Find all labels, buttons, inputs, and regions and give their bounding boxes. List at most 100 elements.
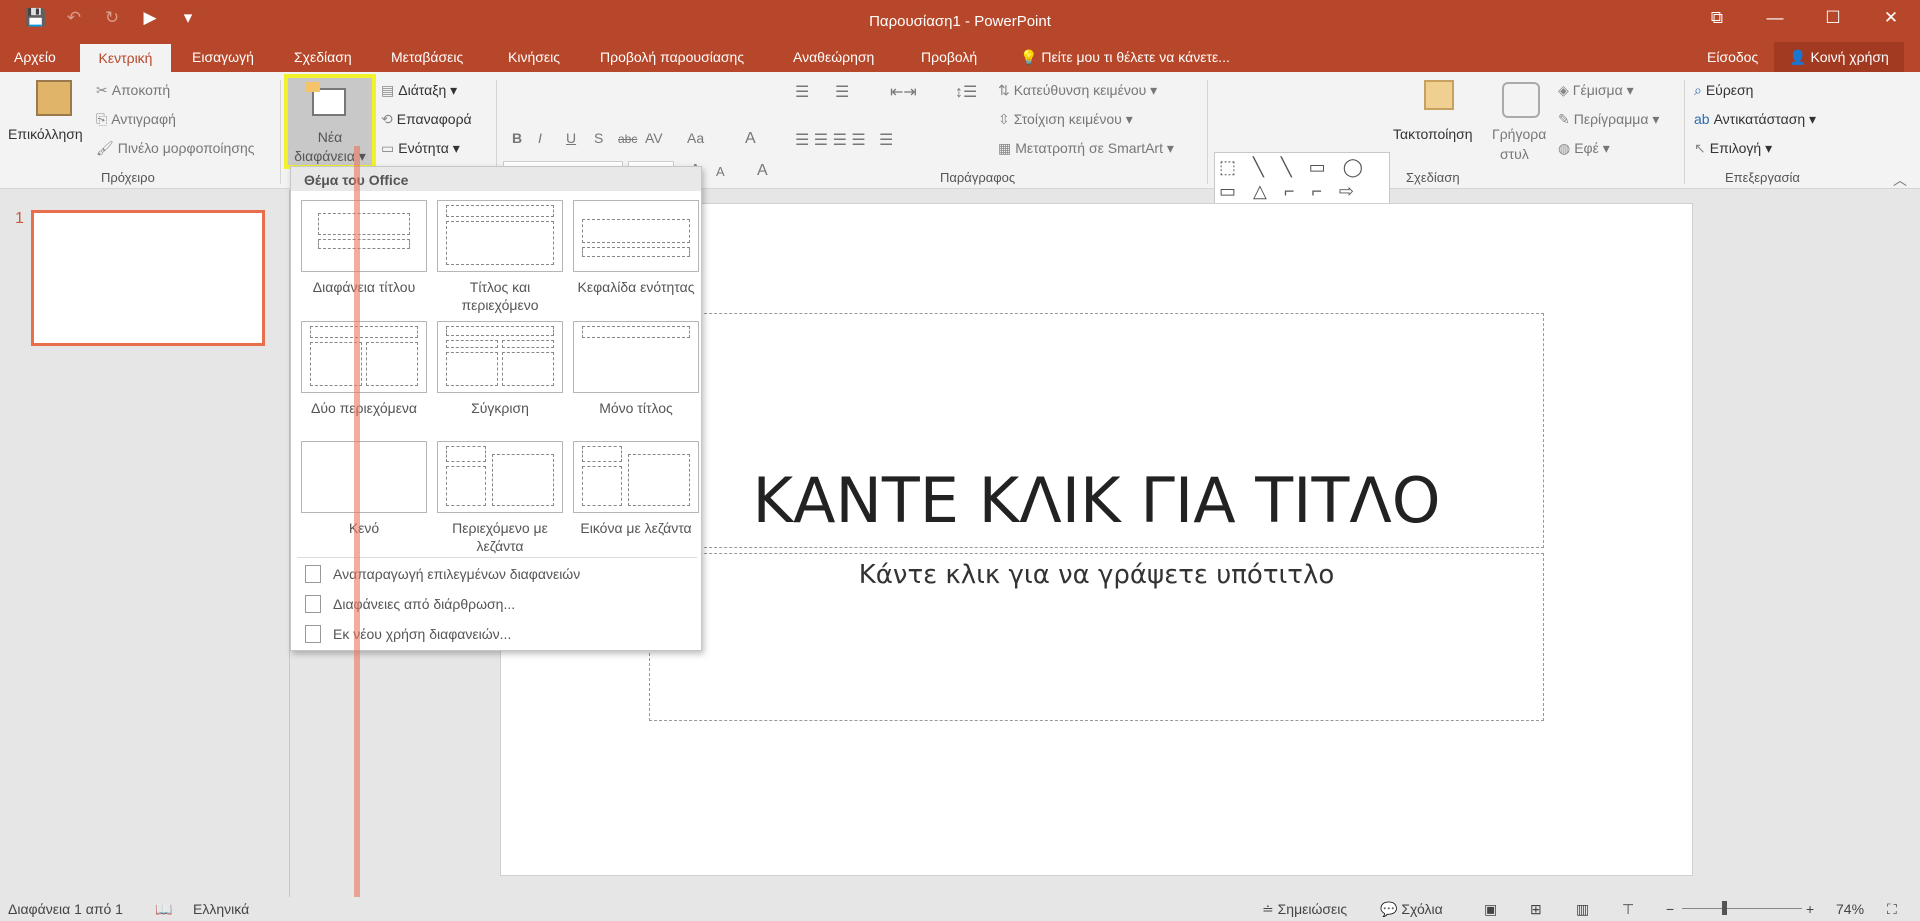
layout-title-only[interactable]: Μόνο τίτλος — [569, 321, 703, 417]
zoom-slider-thumb[interactable] — [1722, 901, 1727, 915]
spell-check-icon[interactable]: 📖 — [155, 901, 172, 918]
bold-button[interactable]: B — [512, 130, 522, 146]
outline-label: Διαφάνειες από διάρθρωση... — [333, 596, 516, 612]
tab-review[interactable]: Αναθεώρηση — [793, 49, 874, 65]
align-text-button[interactable]: ⇳ Στοίχιση κειμένου ▾ — [998, 111, 1133, 128]
notes-button[interactable]: ≐ Σημειώσεις — [1262, 901, 1347, 918]
minimize-button[interactable]: — — [1746, 0, 1804, 38]
shrink-font-button[interactable]: A — [716, 164, 725, 179]
tab-animations[interactable]: Κινήσεις — [508, 49, 560, 65]
slide-thumbnail[interactable] — [31, 210, 265, 346]
quick-styles-line2[interactable]: στυλ — [1500, 146, 1529, 162]
tell-me-search[interactable]: 💡 Πείτε μου τι θέλετε να κάνετε... — [1020, 49, 1230, 66]
layout-title-and-content[interactable]: Τίτλος και περιεχόμενο — [433, 200, 567, 314]
format-painter-button[interactable]: 🖌 Πινέλο μορφοποίησης — [96, 140, 255, 157]
tab-slideshow[interactable]: Προβολή παρουσίασης — [600, 49, 744, 65]
share-button[interactable]: 👤 Κοινή χρήση — [1774, 42, 1904, 72]
cut-label: Αποκοπή — [111, 82, 171, 98]
numbering-icon[interactable]: ☰ — [835, 82, 849, 102]
paste-button[interactable]: Επικόλληση — [8, 126, 83, 142]
divider — [1207, 80, 1208, 184]
ribbon-display-icon[interactable]: ⧉ — [1688, 0, 1746, 38]
layout-name: Τίτλος και περιεχόμενο — [461, 279, 539, 313]
align-icons[interactable]: ☰ ☰ ☰ ☰ ☰ — [795, 130, 893, 150]
quick-styles-icon[interactable] — [1502, 82, 1540, 118]
language-indicator[interactable]: Ελληνικά — [193, 901, 249, 917]
char-spacing-button[interactable]: AV — [645, 130, 663, 146]
layout-button[interactable]: ▤ Διάταξη ▾ — [381, 82, 457, 99]
layout-two-content[interactable]: Δύο περιεχόμενα — [297, 321, 431, 417]
tab-view[interactable]: Προβολή — [921, 49, 977, 65]
search-icon: ⌕ — [1694, 82, 1702, 98]
section-button[interactable]: ▭ Ενότητα ▾ — [381, 140, 460, 157]
replace-icon: ab — [1694, 111, 1710, 127]
slide-sorter-icon[interactable]: ⊞ — [1530, 901, 1542, 918]
zoom-level[interactable]: 74% — [1836, 901, 1864, 917]
arrange-icon[interactable] — [1424, 80, 1454, 110]
title-placeholder[interactable]: ΚΑΝΤΕ ΚΛΙΚ ΓΙΑ ΤΙΤΛΟ — [649, 313, 1544, 548]
strikethrough-button[interactable]: abc — [618, 132, 637, 146]
find-button[interactable]: ⌕ Εύρεση — [1694, 82, 1753, 99]
tab-file[interactable]: Αρχείο — [14, 49, 56, 65]
menu-header: Θέμα του Office — [291, 167, 701, 191]
clear-format-button[interactable]: A — [757, 162, 768, 180]
copy-button[interactable]: ⎘ Αντιγραφή — [96, 111, 176, 128]
subtitle-placeholder[interactable]: Κάντε κλικ για να γράψετε υπότιτλο — [649, 553, 1544, 721]
group-label-clipboard: Πρόχειρο — [101, 170, 155, 185]
smartart-button[interactable]: ▦ Μετατροπή σε SmartArt ▾ — [998, 140, 1174, 157]
layout-title-slide[interactable]: Διαφάνεια τίτλου — [297, 200, 431, 296]
maximize-button[interactable]: ☐ — [1804, 0, 1862, 38]
comments-button[interactable]: 💬 Σχόλια — [1380, 901, 1443, 918]
text-direction-button[interactable]: ⇅ Κατεύθυνση κειμένου ▾ — [998, 82, 1157, 99]
layout-name: Μόνο τίτλος — [599, 400, 673, 416]
layout-comparison[interactable]: Σύγκριση — [433, 321, 567, 417]
shadow-button[interactable]: S — [594, 130, 603, 146]
quick-styles-line1[interactable]: Γρήγορα — [1492, 126, 1546, 142]
reset-icon: ⟲ — [381, 111, 393, 127]
zoom-out-icon[interactable]: − — [1666, 901, 1674, 917]
select-label: Επιλογή — [1709, 140, 1762, 156]
line-spacing-icon[interactable]: ↕☰ — [955, 82, 977, 102]
bullets-icon[interactable]: ☰ — [795, 82, 809, 102]
fit-to-window-icon[interactable]: ⛶ — [1887, 901, 1897, 918]
close-button[interactable]: ✕ — [1862, 0, 1920, 38]
arrange-button[interactable]: Τακτοποίηση — [1393, 126, 1473, 142]
zoom-in-icon[interactable]: + — [1806, 901, 1814, 917]
tab-insert[interactable]: Εισαγωγή — [192, 49, 254, 65]
tab-home[interactable]: Κεντρική — [80, 44, 171, 72]
fill-label: Γέμισμα — [1572, 82, 1623, 98]
layout-name: Εικόνα με λεζάντα — [580, 520, 692, 536]
tab-design[interactable]: Σχεδίαση — [294, 49, 352, 65]
italic-button[interactable]: I — [538, 130, 542, 146]
divider — [280, 80, 281, 184]
underline-button[interactable]: U — [566, 130, 576, 146]
tab-transitions[interactable]: Μεταβάσεις — [391, 49, 463, 65]
layout-blank[interactable]: Κενό — [297, 441, 431, 537]
layout-section-header[interactable]: Κεφαλίδα ενότητας — [569, 200, 703, 296]
zoom-slider[interactable] — [1682, 908, 1802, 909]
font-color-button[interactable]: A — [745, 130, 756, 148]
text-direction-icon: ⇅ — [998, 82, 1010, 98]
reset-button[interactable]: ⟲ Επαναφορά — [381, 111, 472, 128]
shape-outline-button[interactable]: ✎ Περίγραμμα ▾ — [1558, 111, 1659, 128]
reading-view-icon[interactable]: ▥ — [1576, 901, 1589, 918]
status-bar: Διαφάνεια 1 από 1 📖 Ελληνικά ≐ Σημειώσει… — [0, 897, 1920, 921]
sign-in-link[interactable]: Είσοδος — [1707, 49, 1758, 65]
indent-icon[interactable]: ⇤⇥ — [890, 82, 917, 102]
subtitle-placeholder-text: Κάντε κλικ για να γράψετε υπότιτλο — [858, 560, 1335, 590]
cut-button[interactable]: ✂ Αποκοπή — [96, 82, 170, 99]
replace-button[interactable]: ab Αντικατάσταση ▾ — [1694, 111, 1816, 128]
shape-fill-button[interactable]: ◈ Γέμισμα ▾ — [1558, 82, 1634, 99]
new-slide-button[interactable]: Νέα διαφάνεια ▾ — [284, 74, 376, 169]
paste-icon[interactable] — [36, 80, 72, 116]
shape-effects-button[interactable]: ◍ Εφέ ▾ — [1558, 140, 1610, 157]
change-case-button[interactable]: Aa — [687, 130, 704, 146]
layout-picture-with-caption[interactable]: Εικόνα με λεζάντα — [569, 441, 703, 537]
normal-view-icon[interactable]: ▣ — [1484, 901, 1497, 918]
ribbon-tabs: Αρχείο Κεντρική Εισαγωγή Σχεδίαση Μεταβά… — [0, 42, 1920, 72]
slide-thumbnail-pane: 1 — [0, 190, 290, 897]
select-button[interactable]: ↖ Επιλογή ▾ — [1694, 140, 1772, 157]
layout-content-with-caption[interactable]: Περιεχόμενο με λεζάντα — [433, 441, 567, 555]
collapse-ribbon-icon[interactable]: ︿ — [1893, 170, 1907, 190]
slideshow-view-icon[interactable]: ⊤ — [1622, 901, 1634, 918]
